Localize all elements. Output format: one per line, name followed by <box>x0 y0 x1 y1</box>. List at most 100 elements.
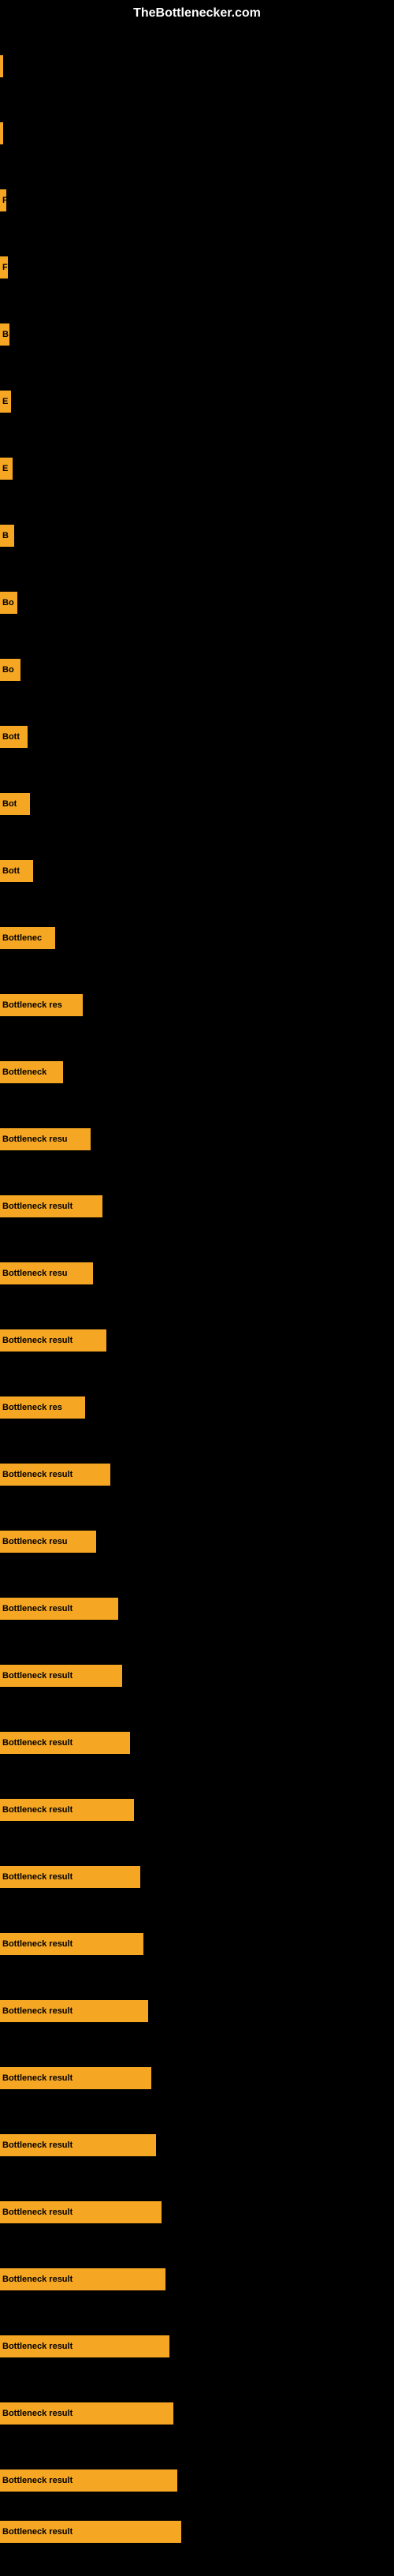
bar-label-11: Bott <box>2 732 20 742</box>
bar-fill-16: Bottleneck <box>0 1061 63 1083</box>
bar-label-29: Bottleneck result <box>2 1939 72 1949</box>
bar-fill-25: Bottleneck result <box>0 1665 122 1687</box>
bar-row-2 <box>0 114 394 178</box>
chart-container: F F B E E B Bo Bo Bott Bot Bott Bottlenec Bottleneck… <box>0 24 394 2533</box>
bar-label-3: F <box>2 196 6 205</box>
bar-fill-9: Bo <box>0 592 17 614</box>
bar-fill-8: B <box>0 525 14 547</box>
bar-label-19: Bottleneck resu <box>2 1269 68 1278</box>
bar-row-38: Bottleneck result <box>0 2513 394 2576</box>
bar-fill-31: Bottleneck result <box>0 2067 151 2089</box>
bar-row-21: Bottleneck res <box>0 1389 394 1452</box>
bar-row-4: F <box>0 249 394 312</box>
bar-label-27: Bottleneck result <box>2 1805 72 1815</box>
bar-fill-37: Bottleneck result <box>0 2469 177 2492</box>
bar-label-35: Bottleneck result <box>2 2342 72 2351</box>
bar-row-27: Bottleneck result <box>0 1791 394 1854</box>
bar-row-14: Bottlenec <box>0 919 394 982</box>
bar-label-20: Bottleneck result <box>2 1336 72 1345</box>
bar-fill-12: Bot <box>0 793 30 815</box>
bar-row-5: B <box>0 316 394 379</box>
bar-row-36: Bottleneck result <box>0 2395 394 2458</box>
bar-label-38: Bottleneck result <box>2 2527 72 2537</box>
bar-fill-17: Bottleneck resu <box>0 1128 91 1150</box>
bar-fill-24: Bottleneck result <box>0 1598 118 1620</box>
bar-label-17: Bottleneck resu <box>2 1135 68 1144</box>
bar-label-7: E <box>2 464 8 473</box>
bar-row-26: Bottleneck result <box>0 1724 394 1787</box>
bar-row-16: Bottleneck <box>0 1053 394 1116</box>
bar-row-24: Bottleneck result <box>0 1590 394 1653</box>
bar-fill-26: Bottleneck result <box>0 1732 130 1754</box>
bar-label-22: Bottleneck result <box>2 1470 72 1479</box>
bar-label-8: B <box>2 531 9 540</box>
bar-label-25: Bottleneck result <box>2 1671 72 1681</box>
bar-row-35: Bottleneck result <box>0 2327 394 2391</box>
bar-fill-35: Bottleneck result <box>0 2335 169 2357</box>
bar-row-11: Bott <box>0 718 394 781</box>
bar-fill-36: Bottleneck result <box>0 2402 173 2425</box>
bar-row-25: Bottleneck result <box>0 1657 394 1720</box>
bar-row-6: E <box>0 383 394 446</box>
bar-fill-38: Bottleneck result <box>0 2521 181 2543</box>
bar-row-9: Bo <box>0 584 394 647</box>
bar-fill-18: Bottleneck result <box>0 1195 102 1217</box>
bar-label-9: Bo <box>2 598 14 608</box>
bar-fill-21: Bottleneck res <box>0 1396 85 1419</box>
bar-row-23: Bottleneck resu <box>0 1523 394 1586</box>
bar-row-22: Bottleneck result <box>0 1456 394 1519</box>
bar-label-5: B <box>2 330 9 339</box>
bar-label-18: Bottleneck result <box>2 1202 72 1211</box>
bar-label-15: Bottleneck res <box>2 1000 62 1010</box>
bar-fill-20: Bottleneck result <box>0 1329 106 1352</box>
bar-label-6: E <box>2 397 8 406</box>
bar-row-28: Bottleneck result <box>0 1858 394 1921</box>
bar-fill-13: Bott <box>0 860 33 882</box>
site-title: TheBottlenecker.com <box>0 0 394 24</box>
bar-row-31: Bottleneck result <box>0 2059 394 2122</box>
bar-fill-27: Bottleneck result <box>0 1799 134 1821</box>
bar-row-18: Bottleneck result <box>0 1187 394 1251</box>
bar-fill-28: Bottleneck result <box>0 1866 140 1888</box>
bar-fill-15: Bottleneck res <box>0 994 83 1016</box>
bar-row-19: Bottleneck resu <box>0 1254 394 1318</box>
bar-fill-7: E <box>0 458 13 480</box>
bar-fill-4: F <box>0 256 8 279</box>
bar-row-1 <box>0 47 394 110</box>
bar-row-7: E <box>0 450 394 513</box>
bar-row-15: Bottleneck res <box>0 986 394 1049</box>
bar-fill-33: Bottleneck result <box>0 2201 162 2223</box>
bar-fill-1 <box>0 55 3 77</box>
bar-fill-10: Bo <box>0 659 20 681</box>
bar-row-8: B <box>0 517 394 580</box>
bar-fill-11: Bott <box>0 726 28 748</box>
bar-label-32: Bottleneck result <box>2 2140 72 2150</box>
bar-row-34: Bottleneck result <box>0 2260 394 2324</box>
bar-label-33: Bottleneck result <box>2 2208 72 2217</box>
bar-label-30: Bottleneck result <box>2 2006 72 2016</box>
bar-fill-19: Bottleneck resu <box>0 1262 93 1284</box>
bar-label-23: Bottleneck resu <box>2 1537 68 1546</box>
bar-row-17: Bottleneck resu <box>0 1120 394 1183</box>
bar-label-24: Bottleneck result <box>2 1604 72 1613</box>
bar-fill-5: B <box>0 323 9 346</box>
bar-label-16: Bottleneck <box>2 1067 46 1077</box>
bar-row-3: F <box>0 181 394 245</box>
bar-label-34: Bottleneck result <box>2 2275 72 2284</box>
bar-label-37: Bottleneck result <box>2 2476 72 2485</box>
bar-fill-34: Bottleneck result <box>0 2268 165 2290</box>
bar-fill-30: Bottleneck result <box>0 2000 148 2022</box>
bar-label-10: Bo <box>2 665 14 675</box>
bar-row-30: Bottleneck result <box>0 1992 394 2055</box>
bar-label-28: Bottleneck result <box>2 1872 72 1882</box>
bar-label-13: Bott <box>2 866 20 876</box>
bar-label-4: F <box>2 263 8 272</box>
bar-row-13: Bott <box>0 852 394 915</box>
bar-label-12: Bot <box>2 799 17 809</box>
bar-label-14: Bottlenec <box>2 933 42 943</box>
bar-fill-32: Bottleneck result <box>0 2134 156 2156</box>
bar-fill-23: Bottleneck resu <box>0 1531 96 1553</box>
bar-label-36: Bottleneck result <box>2 2409 72 2418</box>
bar-row-10: Bo <box>0 651 394 714</box>
bar-row-32: Bottleneck result <box>0 2126 394 2189</box>
